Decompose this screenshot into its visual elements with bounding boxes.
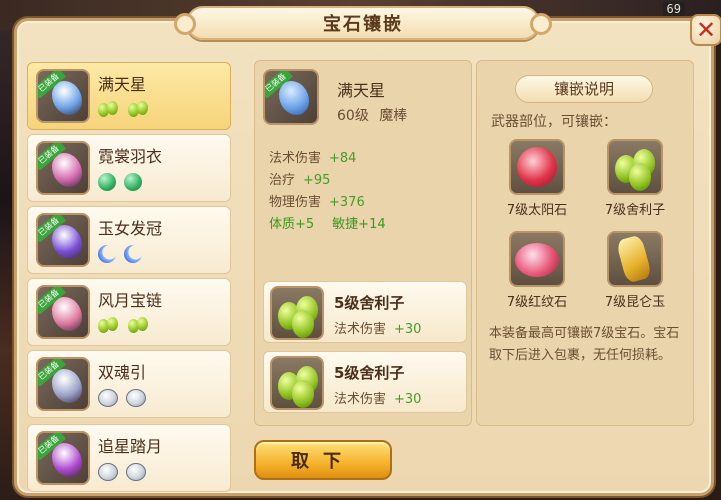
slot-stat-label: 法术伤害 — [334, 392, 387, 407]
stat-row: 物理伤害 +376 — [269, 191, 386, 213]
info-subtitle: 武器部位，可镶嵌： — [491, 114, 617, 130]
inlaid-gems — [98, 463, 146, 481]
slot-gem-stat: 法术伤害 +30 — [334, 388, 421, 407]
equipment-list: 已装备 满天星 已装备 霓裳羽衣 已装备 玉女发冠 已装备 风月宝链 已装备 双魂引 已装备 追星踏月 — [27, 62, 231, 496]
equipment-detail-panel: 已装备 满天星 60级 魔棒 法术伤害 +84 治疗 +95 物理伤害 +376 体质… — [254, 60, 472, 426]
stat-label: 物理伤害 — [269, 195, 322, 210]
sarira-gem-icon — [607, 139, 663, 195]
stat-label: 法术伤害 — [269, 151, 322, 166]
detail-level-type: 60级 魔棒 — [337, 105, 407, 125]
inlaid-gems — [98, 173, 142, 191]
equipment-art-icon — [52, 297, 82, 331]
equipment-icon: 已装备 — [36, 357, 90, 411]
close-button[interactable]: ✕ — [690, 14, 721, 46]
scroll-ornament-icon — [530, 13, 552, 35]
slot-stat-value: +30 — [394, 322, 422, 337]
equipment-name: 满天星 — [98, 75, 147, 94]
sun-stone-icon — [509, 139, 565, 195]
equipment-name: 霓裳羽衣 — [98, 147, 163, 166]
gem-option-label: 7级红纹石 — [506, 295, 568, 310]
green-pair-gem-icon — [128, 317, 150, 335]
equipment-item[interactable]: 已装备 追星踏月 — [27, 424, 231, 492]
stat-value: +376 — [329, 195, 365, 210]
gem-option: 7级太阳石 — [497, 139, 577, 235]
equipment-art-icon — [52, 225, 82, 259]
equipment-art-icon — [52, 443, 82, 477]
slot-stat-label: 法术伤害 — [334, 322, 387, 337]
inlaid-gems — [98, 389, 146, 407]
equipment-item[interactable]: 已装备 霓裳羽衣 — [27, 134, 231, 202]
info-note: 本装备最高可镶嵌7级宝石。宝石取下后进入包裹，无任何损耗。 — [489, 326, 680, 363]
inlaid-gems — [98, 317, 150, 335]
stat-value: +95 — [303, 173, 331, 188]
detail-type: 魔棒 — [379, 108, 408, 124]
equipment-item[interactable]: 已装备 风月宝链 — [27, 278, 231, 346]
close-icon: ✕ — [695, 16, 717, 44]
gem-option: 7级舍利子 — [595, 139, 675, 235]
moon-gem-icon — [98, 245, 116, 263]
equipment-icon: 已装备 — [36, 141, 90, 195]
gem-option-label: 7级舍利子 — [604, 203, 666, 218]
equipment-icon: 已装备 — [36, 213, 90, 267]
equipment-art-icon — [52, 369, 82, 403]
equipment-item[interactable]: 已装备 满天星 — [27, 62, 231, 130]
sarira-gem-icon — [270, 356, 324, 410]
gem-slot[interactable]: 5级舍利子 法术伤害 +30 — [263, 281, 467, 343]
gem-slot[interactable]: 5级舍利子 法术伤害 +30 — [263, 351, 467, 413]
red-pattern-stone-icon — [509, 231, 565, 287]
scroll-ornament-icon — [174, 13, 196, 35]
diamond-gem-icon — [126, 463, 146, 481]
gem-option-label: 7级太阳石 — [506, 203, 568, 218]
stat-row: 治疗 +95 — [269, 169, 386, 191]
jade-gem-icon — [124, 173, 142, 191]
diamond-gem-icon — [98, 389, 118, 407]
inlaid-gems — [98, 101, 150, 119]
top-counter: 69 — [662, 2, 685, 16]
equipment-name: 双魂引 — [98, 363, 147, 382]
equipment-icon: 已装备 — [36, 431, 90, 485]
equipment-item[interactable]: 已装备 玉女发冠 — [27, 206, 231, 274]
sarira-gem-icon — [270, 286, 324, 340]
wand-icon — [279, 81, 309, 115]
equipment-name: 风月宝链 — [98, 291, 163, 310]
kunlun-jade-icon — [607, 231, 663, 287]
stat-value: +84 — [329, 151, 357, 166]
slot-gem-stat: 法术伤害 +30 — [334, 318, 421, 337]
slot-gem-name: 5级舍利子 — [334, 294, 405, 312]
detail-level: 60级 — [337, 108, 369, 124]
detail-name: 满天星 — [337, 81, 386, 100]
green-pair-gem-icon — [98, 317, 120, 335]
title-banner: 宝石镶嵌 — [174, 6, 552, 40]
window-title: 宝石镶嵌 — [323, 14, 403, 35]
equipment-icon: 已装备 — [36, 69, 90, 123]
green-pair-gem-icon — [98, 101, 120, 119]
attribute-row: 体质+5 敏捷+14 — [269, 213, 386, 235]
equipment-name: 追星踏月 — [98, 437, 163, 456]
equipment-name: 玉女发冠 — [98, 219, 163, 238]
slot-gem-name: 5级舍利子 — [334, 364, 405, 382]
gem-option-label: 7级昆仑玉 — [604, 295, 666, 310]
equipment-art-icon — [52, 153, 82, 187]
gem-option: 7级红纹石 — [497, 231, 577, 327]
gem-option: 7级昆仑玉 — [595, 231, 675, 327]
moon-gem-icon — [124, 245, 142, 263]
equipment-art-icon — [52, 81, 82, 115]
equipment-icon: 已装备 — [263, 69, 319, 125]
inlay-info-panel: 镶嵌说明 武器部位，可镶嵌： 7级太阳石 7级舍利子 7级红纹石 7级昆仑玉 本… — [476, 60, 694, 426]
equipment-icon: 已装备 — [36, 285, 90, 339]
info-title: 镶嵌说明 — [515, 75, 653, 103]
stats-list: 法术伤害 +84 治疗 +95 物理伤害 +376 体质+5 敏捷+14 — [269, 147, 386, 235]
jade-gem-icon — [98, 173, 116, 191]
equipment-item[interactable]: 已装备 双魂引 — [27, 350, 231, 418]
inlaid-gems — [98, 245, 142, 263]
attribute-constitution: 体质+5 — [269, 217, 315, 232]
green-pair-gem-icon — [128, 101, 150, 119]
diamond-gem-icon — [126, 389, 146, 407]
stat-row: 法术伤害 +84 — [269, 147, 386, 169]
stat-label: 治疗 — [269, 173, 296, 188]
remove-gem-button[interactable]: 取下 — [254, 440, 392, 480]
slot-stat-value: +30 — [394, 392, 422, 407]
attribute-agility: 敏捷+14 — [332, 217, 386, 232]
diamond-gem-icon — [98, 463, 118, 481]
